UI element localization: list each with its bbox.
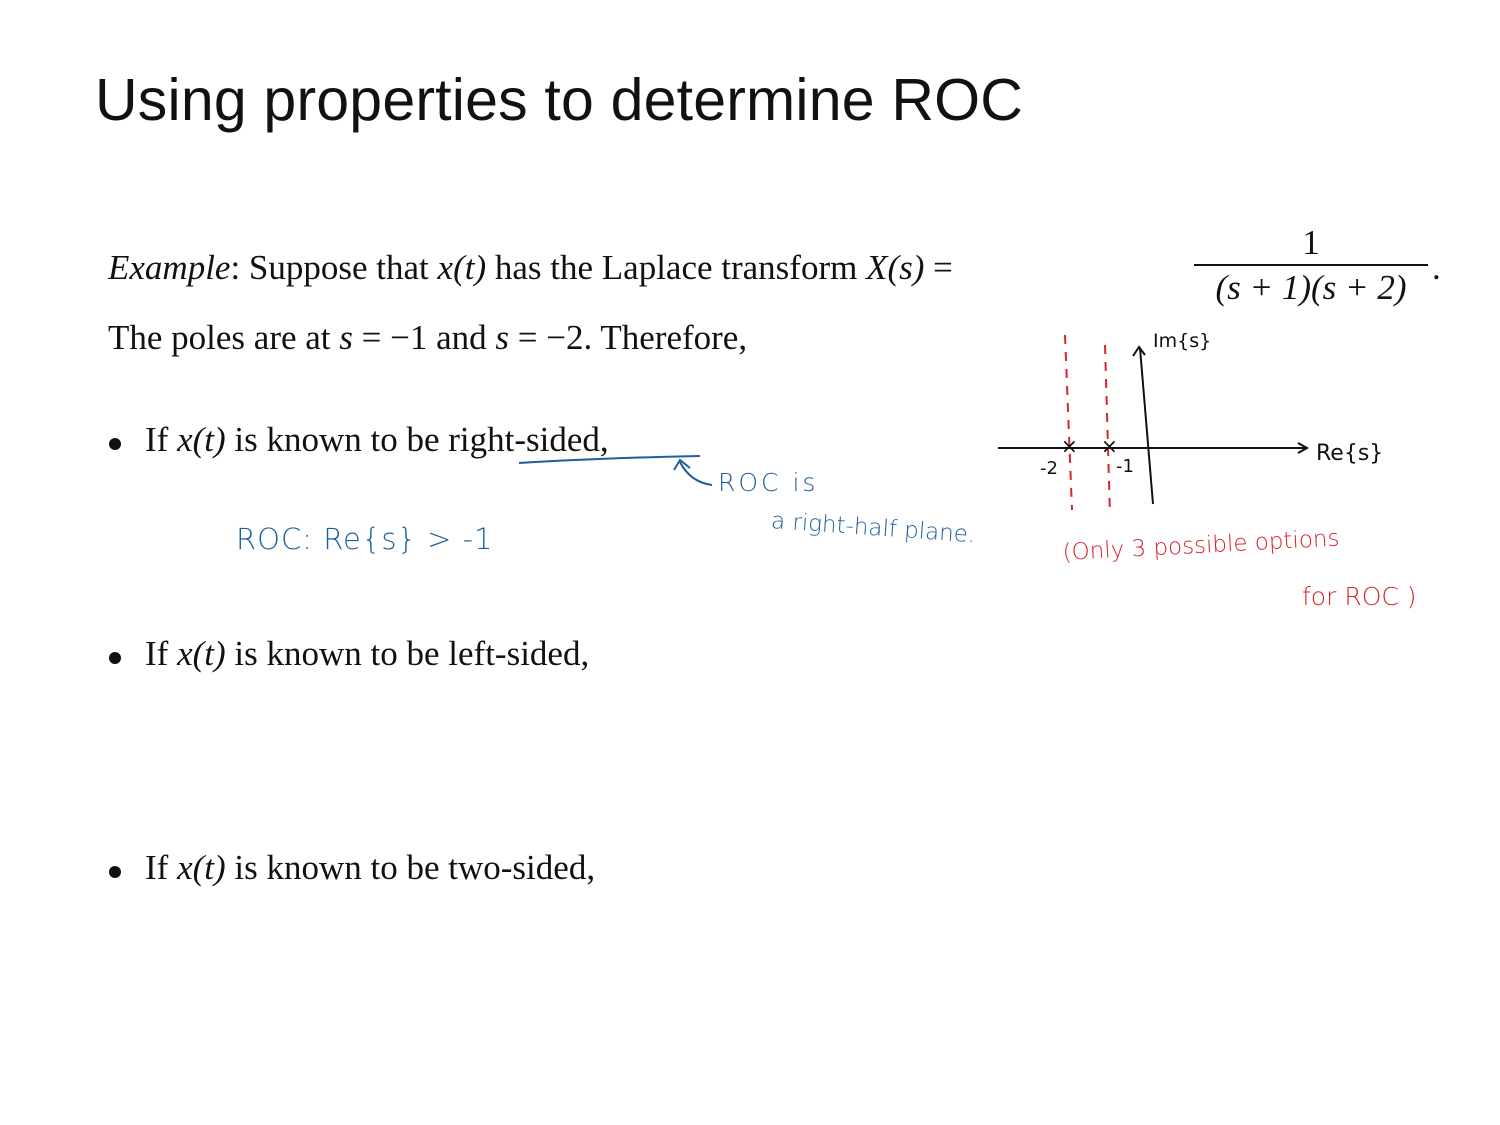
pole-marker-minus2: × <box>1061 434 1078 458</box>
im-axis-label: Im{s} <box>1153 330 1212 352</box>
re-axis-label: Re{s} <box>1316 441 1384 466</box>
im-axis <box>1139 347 1154 505</box>
im-axis-arrowhead <box>1132 345 1146 357</box>
pole-marker-minus1: × <box>1101 434 1118 458</box>
roc-boundary-minus1 <box>1104 344 1111 516</box>
roc-boundary-minus2 <box>1064 334 1073 511</box>
underline-stroke <box>518 455 701 464</box>
arrow-stroke <box>679 461 713 486</box>
pole-label-minus2: -2 <box>1040 458 1058 479</box>
roc-answer-note: ROC: Re{s} > -1 <box>236 522 494 556</box>
ink-overlay <box>518 334 1310 516</box>
roc-is-note: ROC is <box>718 468 819 497</box>
pole-label-minus1: -1 <box>1116 456 1134 477</box>
options-note-line-2: for ROC ) <box>1302 582 1417 611</box>
